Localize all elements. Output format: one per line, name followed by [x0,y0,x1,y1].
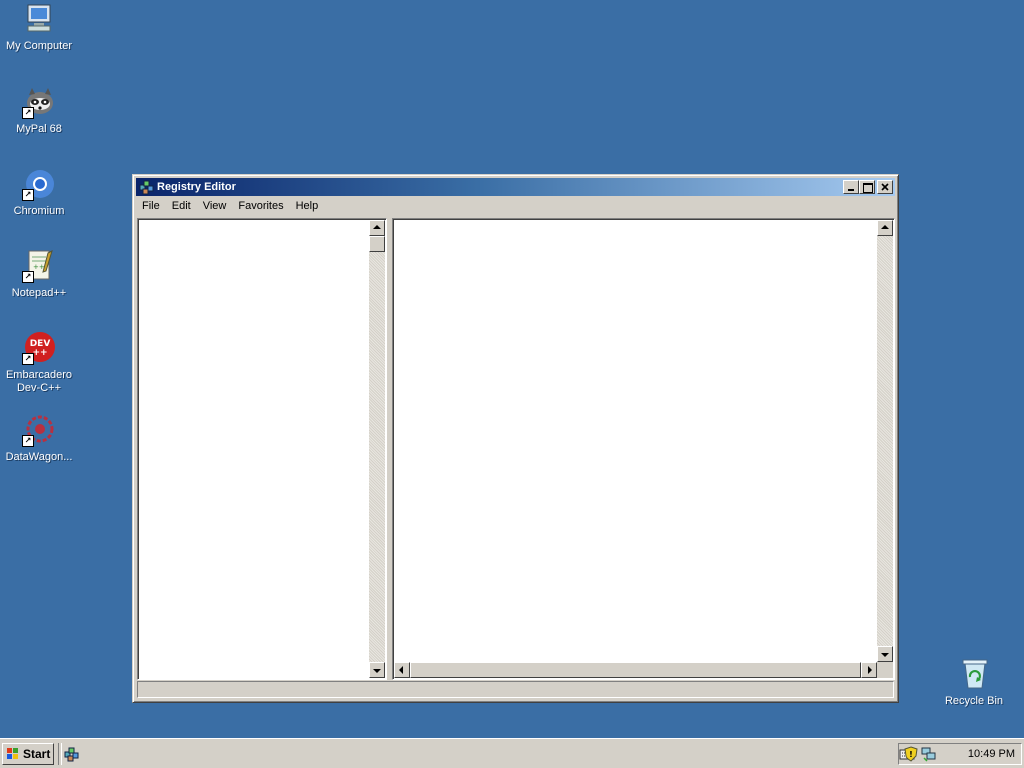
desktop-icon-notepad-plus-plus[interactable]: ++ ↗ Notepad++ [0,249,78,300]
desktop-icon-label: My Computer [5,40,73,52]
quick-launch-separator [58,743,62,765]
key-tree-pane[interactable] [137,218,387,680]
desktop-icon-label: Chromium [13,205,65,217]
scroll-up-button[interactable] [369,220,385,236]
shortcut-arrow-icon: ↗ [22,435,34,447]
menu-edit[interactable]: Edit [166,197,197,216]
menu-file[interactable]: File [136,197,166,216]
desktop-icon-label: MyPal 68 [16,123,62,135]
tree-vertical-scrollbar[interactable] [369,220,385,678]
desktop-icon-label: Recycle Bin [944,695,1004,707]
desktop-icon-label: Notepad++ [11,287,67,299]
desktop-icon-dev-cpp[interactable]: DEV ++ ↗ Embarcadero Dev-C++ [0,331,78,395]
horizontal-scroll-thumb[interactable] [410,662,861,678]
notepad-plus-plus-icon: ++ ↗ [22,249,56,283]
scroll-thumb[interactable] [369,236,385,252]
scroll-up-button[interactable] [877,220,893,236]
start-button[interactable]: Start [2,743,54,765]
minimize-button[interactable] [843,180,859,194]
security-shield-icon[interactable]: ! [903,746,919,762]
scroll-left-button[interactable] [394,662,410,678]
up-arrow-icon [373,225,381,229]
scroll-right-button[interactable] [861,662,877,678]
recycle-bin-icon [957,657,991,691]
maximize-button[interactable] [859,180,875,194]
maximize-icon [863,183,873,193]
windows-logo-icon [6,747,20,761]
dev-cpp-icon: DEV ++ ↗ [22,331,56,365]
chromium-icon: ↗ [22,167,56,201]
menu-favorites[interactable]: Favorites [232,197,289,216]
desktop-icon-recycle-bin[interactable]: Recycle Bin [935,657,1013,708]
close-button[interactable] [877,180,893,194]
left-arrow-icon [399,666,403,674]
network-icon[interactable] [921,746,937,762]
datawagon-icon: ↗ [22,413,56,447]
system-tray: ! 10:49 PM [898,743,1022,765]
shortcut-arrow-icon: ↗ [22,271,34,283]
down-arrow-icon [881,653,889,657]
start-label: Start [23,747,51,761]
scroll-down-button[interactable] [369,662,385,678]
window-title: Registry Editor [157,181,236,193]
shortcut-arrow-icon: ↗ [22,107,34,119]
taskbar: Start ! 10:49 PM [0,738,1024,768]
title-bar[interactable]: Registry Editor [136,178,895,196]
svg-text:!: ! [909,750,913,759]
desktop-icon-chromium[interactable]: ↗ Chromium [0,167,78,218]
scrollbar-corner [877,662,893,678]
computer-icon [22,2,56,36]
scroll-down-button[interactable] [877,646,893,662]
up-arrow-icon [881,225,889,229]
minimize-icon [848,189,854,191]
menu-help[interactable]: Help [290,197,325,216]
menu-bar: File Edit View Favorites Help [136,197,895,216]
desktop-icon-label: Embarcadero Dev-C++ [5,369,73,394]
desktop-icon-label: DataWagon... [5,451,73,463]
regedit-icon [139,179,155,195]
regedit-icon [64,747,79,762]
status-bar [137,681,894,698]
raccoon-icon: ↗ [22,85,56,119]
desktop-icon-datawagon[interactable]: ↗ DataWagon... [0,413,78,464]
shortcut-arrow-icon: ↗ [22,353,34,365]
menu-view[interactable]: View [197,197,233,216]
down-arrow-icon [373,669,381,673]
desktop-icon-my-computer[interactable]: My Computer [0,2,78,53]
values-list-pane[interactable] [392,218,895,680]
desktop-icon-mypal[interactable]: ↗ MyPal 68 [0,85,78,136]
shortcut-arrow-icon: ↗ [22,189,34,201]
clock[interactable]: 10:49 PM [968,744,1015,764]
right-arrow-icon [868,666,872,674]
list-horizontal-scrollbar[interactable] [394,662,877,678]
list-vertical-scrollbar[interactable] [877,220,893,662]
close-icon [881,183,889,191]
registry-editor-window: Registry Editor File Edit View Favorites Hel… [132,174,899,703]
svg-text:++: ++ [32,348,47,358]
quick-launch-regedit[interactable] [64,746,80,762]
